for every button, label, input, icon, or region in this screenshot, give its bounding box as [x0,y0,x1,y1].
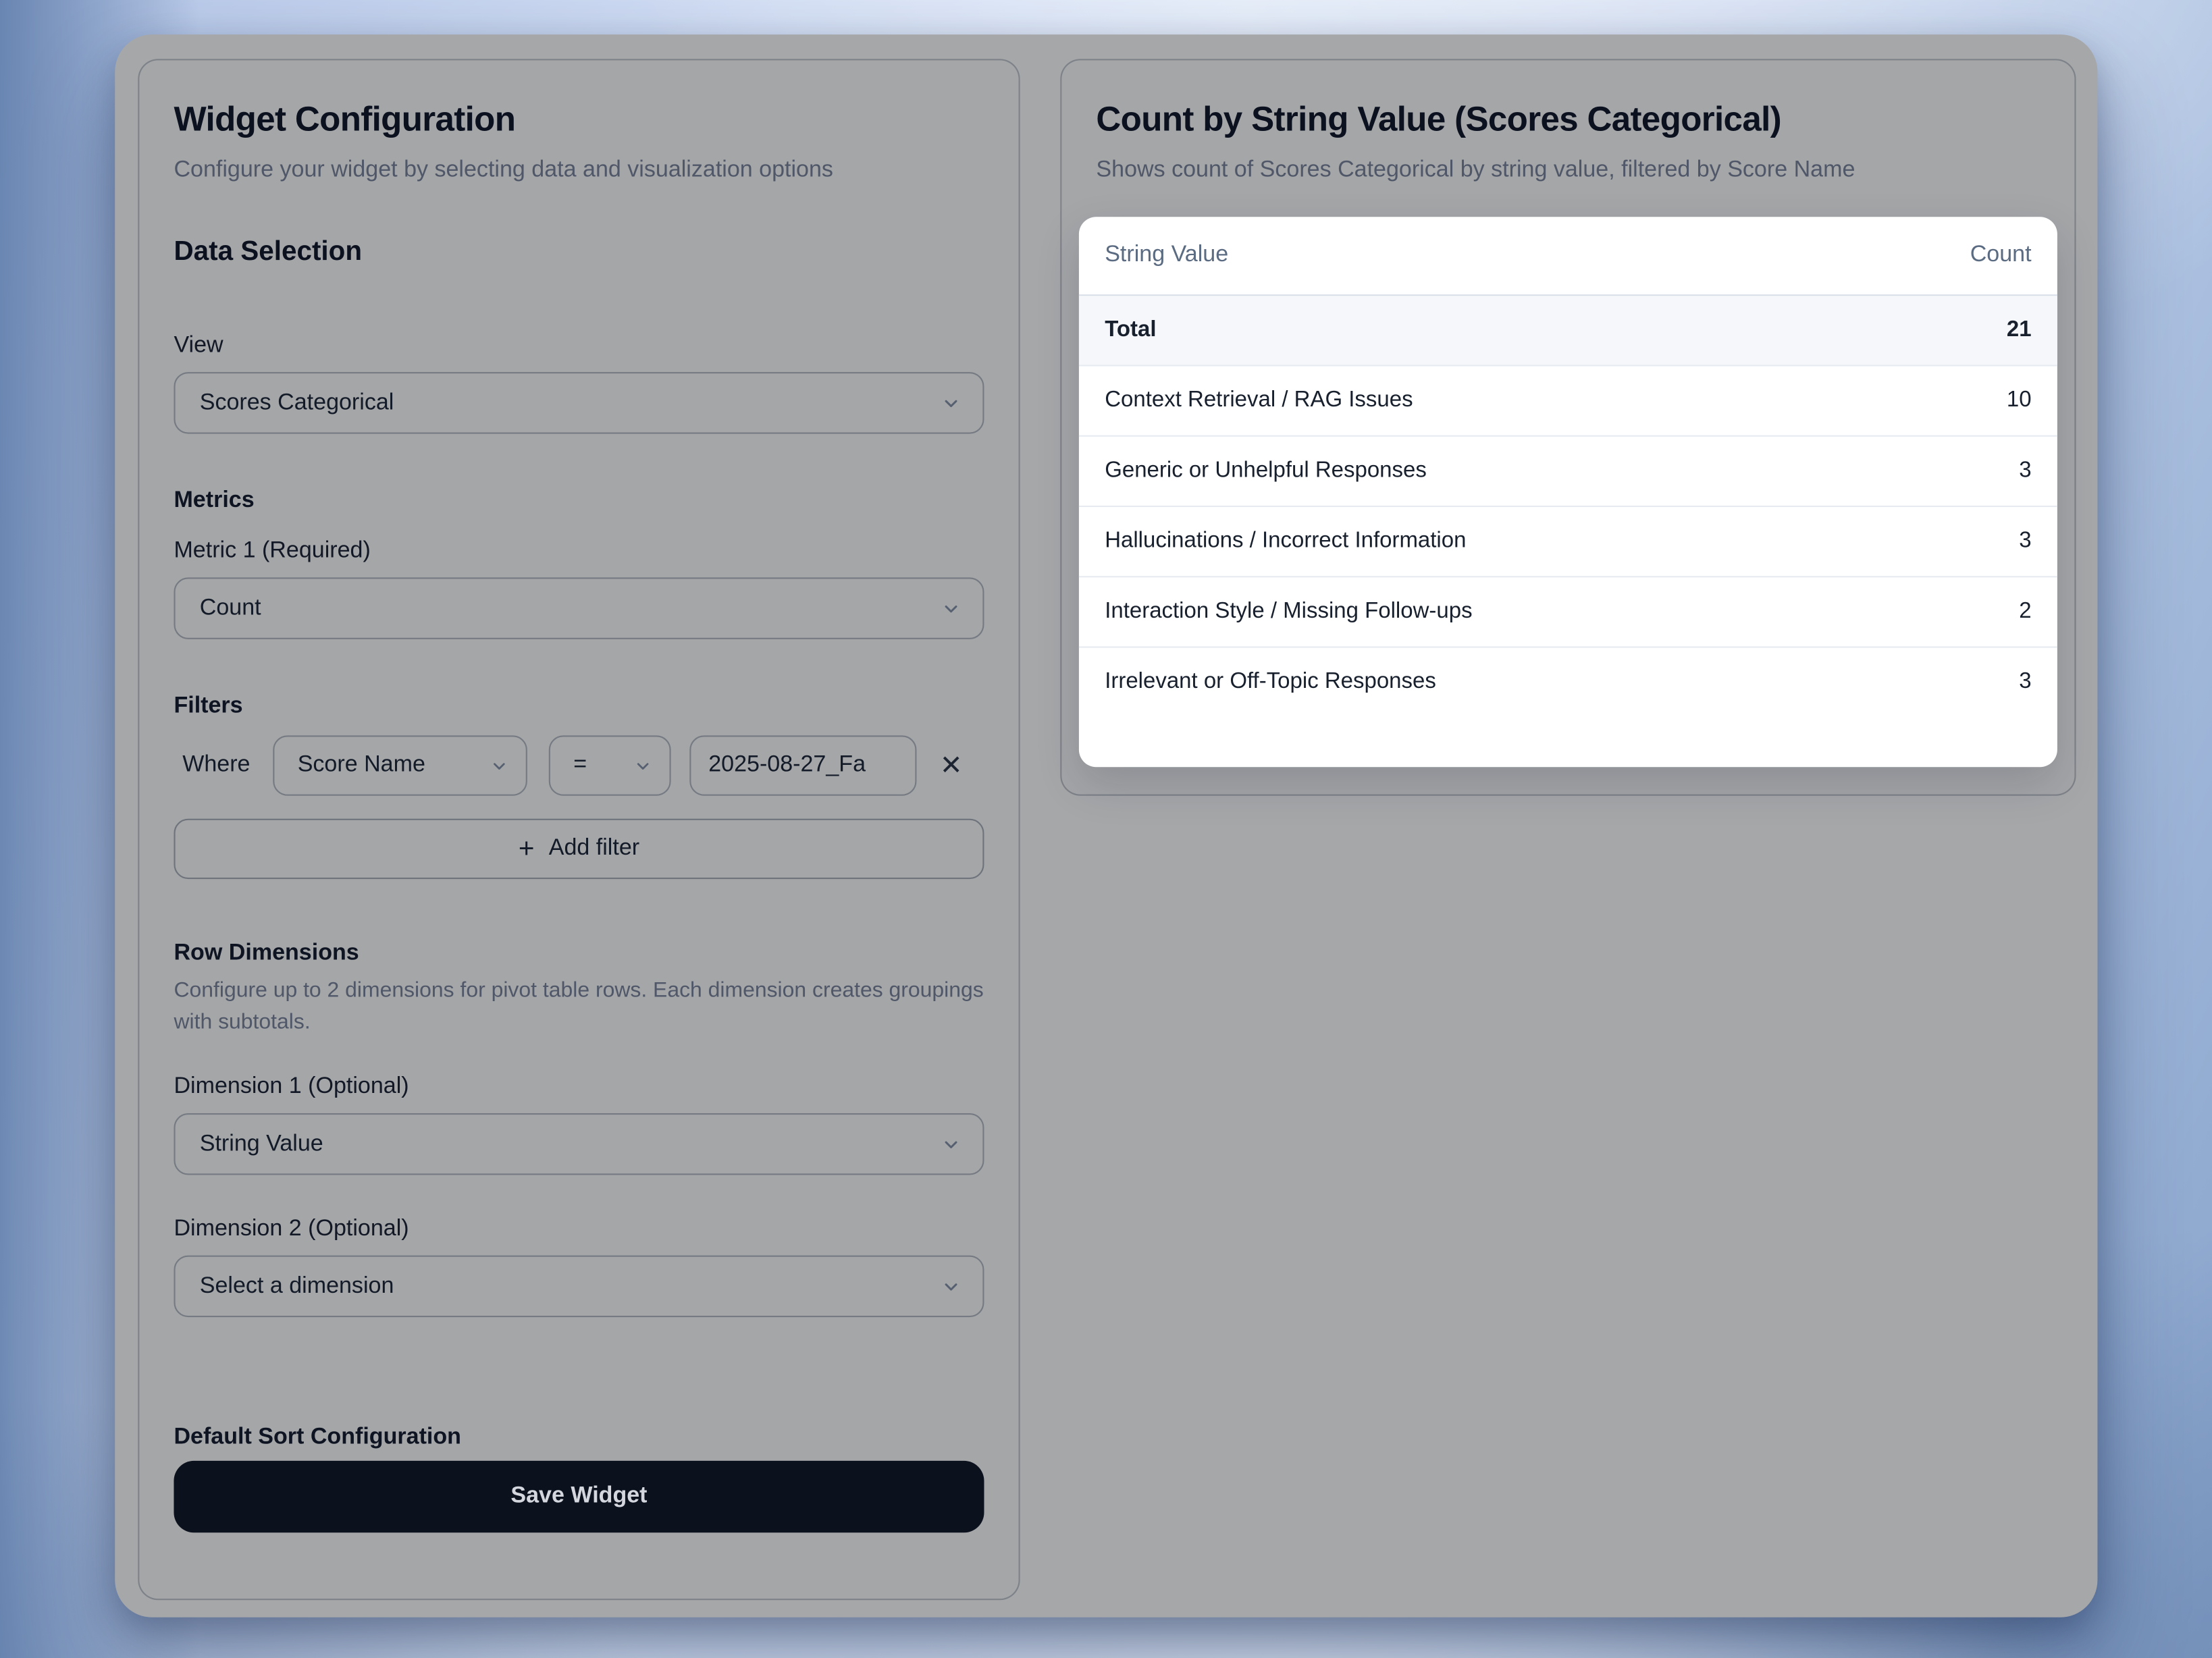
add-filter-label: Add filter [549,836,639,861]
view-select-value: Scores Categorical [200,390,394,416]
close-icon: ✕ [940,751,963,781]
widget-preview-panel: Count by String Value (Scores Categorica… [1060,59,2076,796]
string-value-cell: Hallucinations / Incorrect Information [1105,529,1466,554]
count-cell: 3 [2019,458,2031,484]
count-cell: 3 [2019,670,2031,695]
page-title: Widget Configuration [174,99,984,141]
chevron-down-icon [634,756,653,775]
preview-table-rows: Context Retrieval / RAG Issues 10 Generic … [1079,367,2057,717]
table-header-row: String Value Count [1079,217,2057,296]
plus-icon: + [519,835,535,862]
where-label: Where [174,753,250,778]
table-row: Irrelevant or Off-Topic Responses 3 [1079,648,2057,717]
chevron-down-icon [941,393,962,413]
desktop-background: Widget Configuration Configure your widg… [0,0,2212,1658]
table-row: Hallucinations / Incorrect Information 3 [1079,507,2057,577]
metric1-select[interactable]: Count [174,577,984,639]
count-cell: 10 [2007,387,2032,413]
metric1-label: Metric 1 (Required) [174,537,984,564]
filter-value-input[interactable]: 2025-08-27_Fa [690,735,917,795]
filter-field-select[interactable]: Score Name [273,735,528,795]
add-filter-button[interactable]: + Add filter [174,819,984,879]
table-row: Interaction Style / Missing Follow-ups 2 [1079,577,2057,647]
widget-dialog: Widget Configuration Configure your widg… [115,34,2097,1617]
dimension1-select-value: String Value [200,1131,323,1157]
filter-operator-value: = [573,753,587,778]
count-cell: 3 [2019,529,2031,554]
total-label: Total [1105,317,1156,343]
dimension2-label: Dimension 2 (Optional) [174,1215,984,1242]
sort-configuration-heading: Default Sort Configuration [174,1424,984,1451]
remove-filter-button[interactable]: ✕ [934,749,968,782]
string-value-cell: Interaction Style / Missing Follow-ups [1105,599,1472,624]
filter-row: Where Score Name = 2025-08-27_Fa ✕ [174,735,984,795]
chevron-down-icon [490,756,509,775]
table-row: Context Retrieval / RAG Issues 10 [1079,367,2057,437]
preview-title: Count by String Value (Scores Categorica… [1096,99,2040,141]
chevron-down-icon [941,1134,962,1154]
string-value-cell: Context Retrieval / RAG Issues [1105,387,1413,413]
save-widget-button[interactable]: Save Widget [174,1461,984,1532]
preview-table: String Value Count Total 21 Context Retr… [1079,217,2057,767]
dimension1-label: Dimension 1 (Optional) [174,1073,984,1100]
column-header-string-value: String Value [1105,243,1228,269]
table-row: Generic or Unhelpful Responses 3 [1079,437,2057,507]
view-select[interactable]: Scores Categorical [174,372,984,433]
count-cell: 2 [2019,599,2031,624]
total-count: 21 [2007,317,2032,343]
data-selection-heading: Data Selection [174,237,984,269]
string-value-cell: Generic or Unhelpful Responses [1105,458,1427,484]
preview-subtitle: Shows count of Scores Categorical by str… [1096,154,2040,188]
column-header-count: Count [1970,243,2032,269]
dimension2-select[interactable]: Select a dimension [174,1256,984,1317]
widget-configuration-panel: Widget Configuration Configure your widg… [138,59,1020,1600]
panel-subtitle: Configure your widget by selecting data … [174,154,949,188]
row-dimensions-heading: Row Dimensions [174,940,984,967]
table-total-row: Total 21 [1079,296,2057,366]
dimension1-select[interactable]: String Value [174,1113,984,1175]
filter-operator-select[interactable]: = [549,735,671,795]
filter-field-value: Score Name [298,753,425,778]
metric1-select-value: Count [200,595,261,621]
string-value-cell: Irrelevant or Off-Topic Responses [1105,670,1436,695]
view-label: View [174,331,984,358]
chevron-down-icon [941,1276,962,1296]
dimension2-select-value: Select a dimension [200,1273,394,1299]
row-dimensions-description: Configure up to 2 dimensions for pivot t… [174,975,984,1039]
metrics-heading: Metrics [174,487,984,514]
chevron-down-icon [941,598,962,618]
filters-heading: Filters [174,693,984,720]
